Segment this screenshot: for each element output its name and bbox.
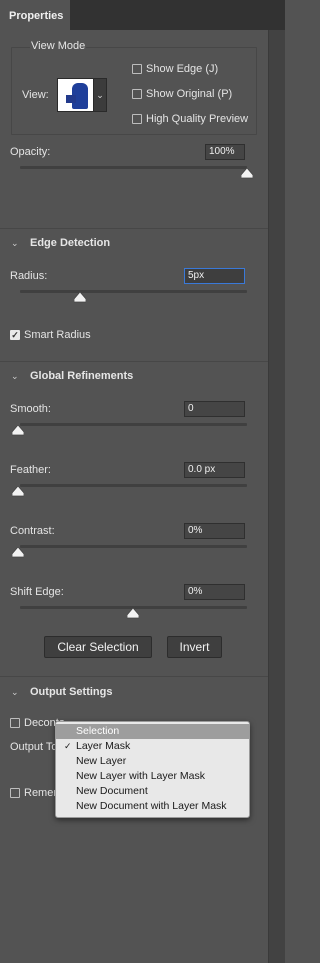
- show-original-label: Show Original (P): [146, 88, 233, 100]
- smooth-label: Smooth:: [10, 403, 51, 415]
- show-original-checkbox[interactable]: [132, 89, 142, 99]
- view-mode-title: View Mode: [30, 40, 87, 52]
- panel-right-edge: [268, 30, 285, 963]
- view-dropdown-button[interactable]: ⌄: [94, 78, 107, 112]
- global-refinements-title[interactable]: Global Refinements: [30, 370, 133, 382]
- show-edge-checkbox[interactable]: [132, 64, 142, 74]
- invert-button[interactable]: Invert: [167, 636, 222, 658]
- shift-edge-label: Shift Edge:: [10, 586, 64, 598]
- checkmark-icon: ✓: [64, 741, 72, 751]
- menu-item-label: New Layer with Layer Mask: [76, 770, 205, 782]
- output-to-menu: Selection ✓ Layer Mask New Layer New Lay…: [55, 721, 250, 818]
- chevron-down-icon[interactable]: ⌄: [11, 371, 19, 382]
- menu-item-label: New Document with Layer Mask: [76, 800, 227, 812]
- output-settings-title[interactable]: Output Settings: [30, 686, 113, 698]
- opacity-slider-track[interactable]: [20, 166, 247, 169]
- chevron-down-icon[interactable]: ⌄: [11, 238, 19, 249]
- chevron-down-icon[interactable]: ⌄: [11, 687, 19, 698]
- smooth-input[interactable]: 0: [184, 401, 245, 417]
- chevron-down-icon: ⌄: [96, 90, 104, 100]
- feather-label: Feather:: [10, 464, 51, 476]
- menu-item-new-document-with-mask[interactable]: New Document with Layer Mask: [56, 799, 249, 814]
- menu-item-layer-mask[interactable]: ✓ Layer Mask: [56, 739, 249, 754]
- contrast-input[interactable]: 0%: [184, 523, 245, 539]
- smart-radius-checkbox[interactable]: ✓: [10, 330, 20, 340]
- remember-settings-checkbox[interactable]: [10, 788, 20, 798]
- shift-edge-input[interactable]: 0%: [184, 584, 245, 600]
- divider: [0, 676, 268, 677]
- show-edge-label: Show Edge (J): [146, 63, 219, 75]
- feather-input[interactable]: 0.0 px: [184, 462, 245, 478]
- opacity-label: Opacity:: [10, 146, 51, 158]
- smooth-slider-track[interactable]: [20, 423, 247, 426]
- menu-item-label: Layer Mask: [76, 740, 131, 752]
- radius-label: Radius:: [10, 270, 48, 282]
- edge-detection-title[interactable]: Edge Detection: [30, 237, 110, 249]
- radius-input[interactable]: 5px: [184, 268, 245, 284]
- view-label: View:: [22, 89, 49, 101]
- opacity-input[interactable]: 100%: [205, 144, 245, 160]
- menu-item-new-document[interactable]: New Document: [56, 784, 249, 799]
- contrast-slider-track[interactable]: [20, 545, 247, 548]
- menu-item-label: New Document: [76, 785, 148, 797]
- menu-item-new-layer-with-mask[interactable]: New Layer with Layer Mask: [56, 769, 249, 784]
- menu-item-label: New Layer: [76, 755, 127, 767]
- high-quality-preview-checkbox[interactable]: [132, 114, 142, 124]
- divider: [0, 361, 268, 362]
- clear-selection-button[interactable]: Clear Selection: [44, 636, 152, 658]
- menu-item-new-layer[interactable]: New Layer: [56, 754, 249, 769]
- decontaminate-colors-checkbox[interactable]: [10, 718, 20, 728]
- output-to-label: Output To: [10, 741, 58, 753]
- menu-item-label: Selection: [76, 725, 120, 737]
- high-quality-preview-label: High Quality Preview: [146, 113, 249, 125]
- contrast-label: Contrast:: [10, 525, 55, 537]
- tab-properties[interactable]: Properties: [0, 0, 70, 30]
- divider: [0, 228, 268, 229]
- panel-tab-bar: Properties: [0, 0, 285, 30]
- radius-slider-track[interactable]: [20, 290, 247, 293]
- menu-item-selection[interactable]: Selection: [56, 724, 249, 739]
- smart-radius-label: Smart Radius: [24, 329, 91, 341]
- feather-slider-track[interactable]: [20, 484, 247, 487]
- view-thumbnail[interactable]: [57, 78, 94, 112]
